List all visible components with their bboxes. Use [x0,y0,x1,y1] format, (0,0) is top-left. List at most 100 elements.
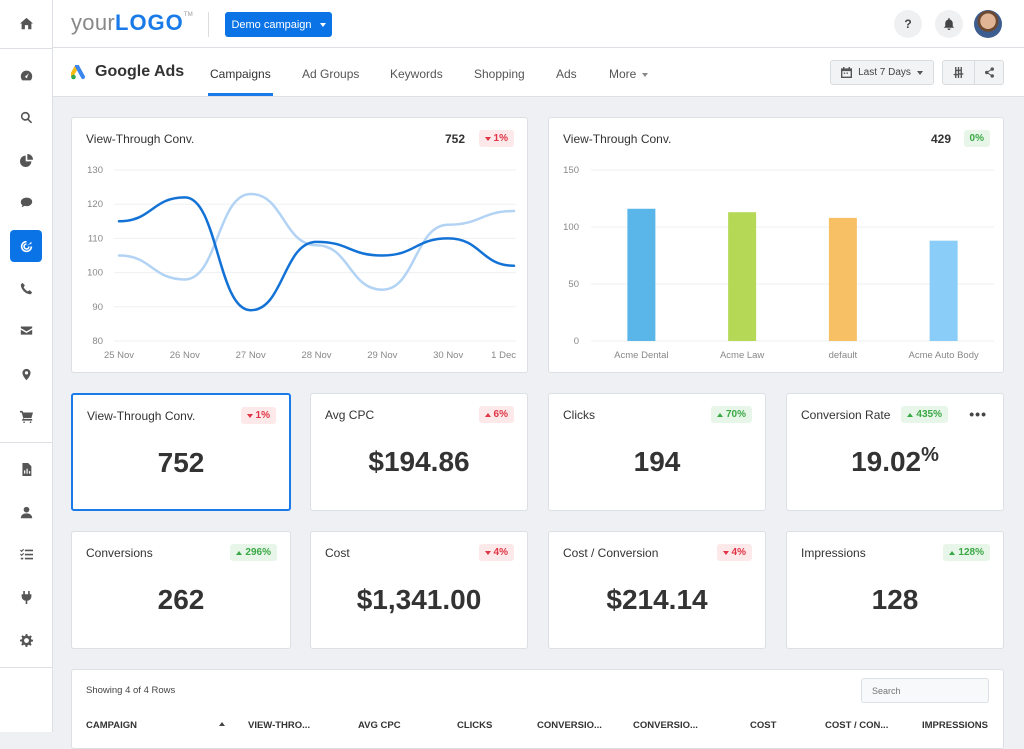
more-options-icon[interactable]: ••• [969,406,987,422]
calendar-icon [841,67,853,78]
sidebar-item-report-file[interactable] [10,453,42,485]
kpi-number: $214.14 [606,584,708,615]
tab-more[interactable]: More [609,48,649,96]
kpi-label: Avg CPC [325,408,375,422]
change-badge: 70% [710,406,752,423]
tab-ad-groups[interactable]: Ad Groups [302,48,359,96]
bar-chart-card: View-Through Conv. 429 0% 0 50 100 150 Acme … [548,117,1004,373]
bar [728,212,757,341]
sidebar-item-chat[interactable] [10,186,42,218]
column-header-avg-cpc[interactable]: AVG CPC [358,720,401,731]
change-value: 1% [255,410,270,421]
chevron-down-icon [642,72,649,77]
kpi-number: $1,341.00 [356,584,482,615]
sidebar-item-reports[interactable] [10,144,42,176]
sidebar-item-integrations[interactable] [10,581,42,613]
sidebar-item-location[interactable] [10,358,42,390]
kpi-value: 262 [72,584,290,616]
change-value: 435% [916,409,942,420]
change-badge: 4% [478,544,514,561]
plug-icon [21,590,31,604]
column-header-clicks[interactable]: CLICKS [457,720,492,731]
sidebar-item-dashboard[interactable] [10,59,42,91]
notifications-button[interactable] [935,10,963,38]
tab-ads[interactable]: Ads [556,48,577,96]
column-header-impressions[interactable]: IMPRESSIONS [922,720,988,731]
list-check-icon [19,548,33,559]
x-tick-label: 25 Nov [104,350,134,361]
sidebar-item-calls[interactable] [10,272,42,304]
column-header-conversion-rate[interactable]: CONVERSIO... [633,720,698,731]
envelope-icon [20,325,32,335]
kpi-card[interactable]: Impressions 128% 128 [786,531,1004,649]
avatar[interactable] [974,10,1002,38]
sidebar-item-ecommerce[interactable] [10,400,42,432]
pie-chart-icon [19,153,33,167]
help-button[interactable]: ? [894,10,922,38]
bell-icon [943,18,955,30]
series-line-current [117,196,516,312]
sidebar-item-email[interactable] [10,314,42,346]
x-tick-label: Acme Dental [614,350,668,361]
kpi-card[interactable]: Conversions 296% 262 [71,531,291,649]
y-tick-label: 80 [92,336,103,347]
y-tick-label: 90 [92,302,103,313]
campaign-selector-label: Demo campaign [231,18,312,31]
kpi-card[interactable]: View-Through Conv. 1% 752 [71,393,291,511]
kpi-card[interactable]: Clicks 70% 194 [548,393,766,511]
sidebar-item-ppc[interactable] [10,230,42,262]
y-tick-label: 0 [574,336,579,347]
kpi-value: 19.02% [787,444,1003,478]
tab-keywords[interactable]: Keywords [390,48,443,96]
sidebar-divider [0,48,53,49]
y-tick-label: 50 [568,279,579,290]
integration-title: Google Ads [95,63,185,80]
logo-trademark: TM [183,12,194,18]
table-search-input[interactable] [861,678,989,703]
y-tick-label: 130 [87,165,103,176]
campaign-selector[interactable]: Demo campaign [225,12,332,37]
chat-icon [20,197,32,207]
google-ads-brand: Google Ads [71,63,184,81]
x-tick-label: 29 Nov [367,350,397,361]
logo[interactable]: yourLOGOTM [71,10,193,36]
share-button[interactable] [974,60,1004,85]
change-value: 4% [731,547,746,558]
change-badge: 4% [716,544,752,561]
filters-button[interactable] [942,60,975,85]
column-header-conversions[interactable]: CONVERSIO... [537,720,602,731]
arrow-up-icon [949,550,956,555]
kpi-card[interactable]: Avg CPC 6% $194.86 [310,393,528,511]
column-header-cost[interactable]: COST [750,720,776,731]
tab-shopping[interactable]: Shopping [474,48,525,96]
kpi-label: Cost [325,546,350,560]
x-tick-label: 1 Dec [491,350,516,361]
column-header-cost-per-conversion[interactable]: COST / CON... [825,720,888,731]
kpi-card[interactable]: Conversion Rate 435% ••• 19.02% [786,393,1004,511]
tab-label: Ad Groups [302,67,360,81]
column-header-campaign[interactable]: CAMPAIGN [86,720,137,731]
sidebar-item-tasks[interactable] [10,538,42,570]
kpi-card[interactable]: Cost 4% $1,341.00 [310,531,528,649]
sidebar-item-home[interactable] [10,7,42,39]
cart-icon [19,410,33,423]
user-icon [20,506,32,518]
arrow-up-icon [236,550,243,555]
bar [627,208,656,341]
x-tick-label: 28 Nov [301,350,331,361]
y-tick-label: 100 [87,268,103,279]
sidebar-item-search[interactable] [10,101,42,133]
map-pin-icon [21,368,31,380]
sidebar-item-settings[interactable] [10,624,42,656]
column-header-view-through[interactable]: VIEW-THRO... [248,720,310,731]
date-range-picker[interactable]: Last 7 Days [830,60,934,85]
line-chart-card: View-Through Conv. 752 1% 80 90 100 110 120 1… [71,117,528,373]
tab-campaigns[interactable]: Campaigns [208,48,273,96]
tab-label: Keywords [390,67,443,81]
sidebar-item-users[interactable] [10,496,42,528]
sort-asc-icon[interactable] [219,722,225,726]
logo-main: LOGO [115,10,184,35]
tab-label: Campaigns [210,67,271,81]
kpi-card[interactable]: Cost / Conversion 4% $214.14 [548,531,766,649]
kpi-number: 752 [157,447,205,478]
